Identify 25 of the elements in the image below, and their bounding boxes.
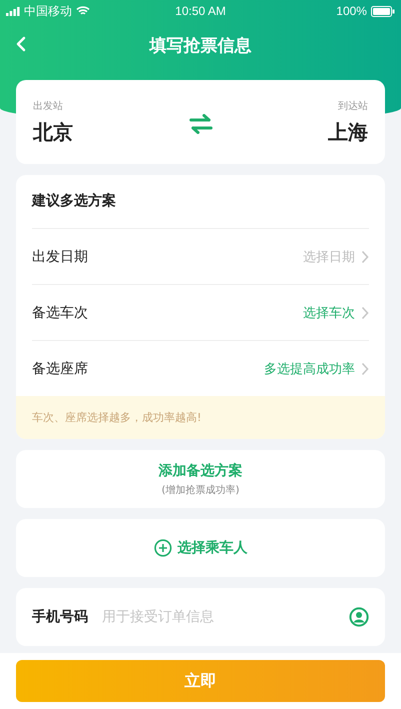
departure-station[interactable]: 北京 (33, 118, 73, 146)
page-title: 填写抢票信息 (150, 34, 252, 56)
option-row[interactable]: 备选车次 选择车次 (32, 284, 369, 340)
arrival-label: 到达站 (338, 100, 368, 112)
back-button[interactable] (16, 36, 26, 52)
tip-banner: 车次、座席选择越多，成功率越高! (16, 396, 385, 439)
wifi-icon (76, 6, 90, 16)
add-plan-button[interactable]: 添加备选方案 (增加抢票成功率) (16, 450, 385, 508)
swap-icon[interactable] (188, 114, 212, 134)
phone-label: 手机号码 (32, 608, 88, 626)
carrier-name: 中国移动 (24, 2, 72, 20)
arrival-station[interactable]: 上海 (328, 118, 368, 146)
option-row[interactable]: 出发日期 选择日期 (32, 228, 369, 284)
signal-icon (6, 6, 20, 16)
battery-percent: 100% (336, 4, 367, 18)
section-title: 建议多选方案 (30, 192, 117, 211)
contact-icon[interactable] (349, 607, 369, 627)
status-time: 10:50 AM (175, 4, 226, 18)
phone-input-field[interactable]: 用于接受订单信息 (102, 609, 335, 625)
plus-circle-icon (154, 539, 172, 557)
chevron-icon (361, 250, 369, 264)
battery-icon (370, 6, 395, 16)
chevron-icon (361, 306, 369, 320)
chevron-icon (361, 362, 369, 376)
departure-label: 出发站 (33, 100, 64, 112)
